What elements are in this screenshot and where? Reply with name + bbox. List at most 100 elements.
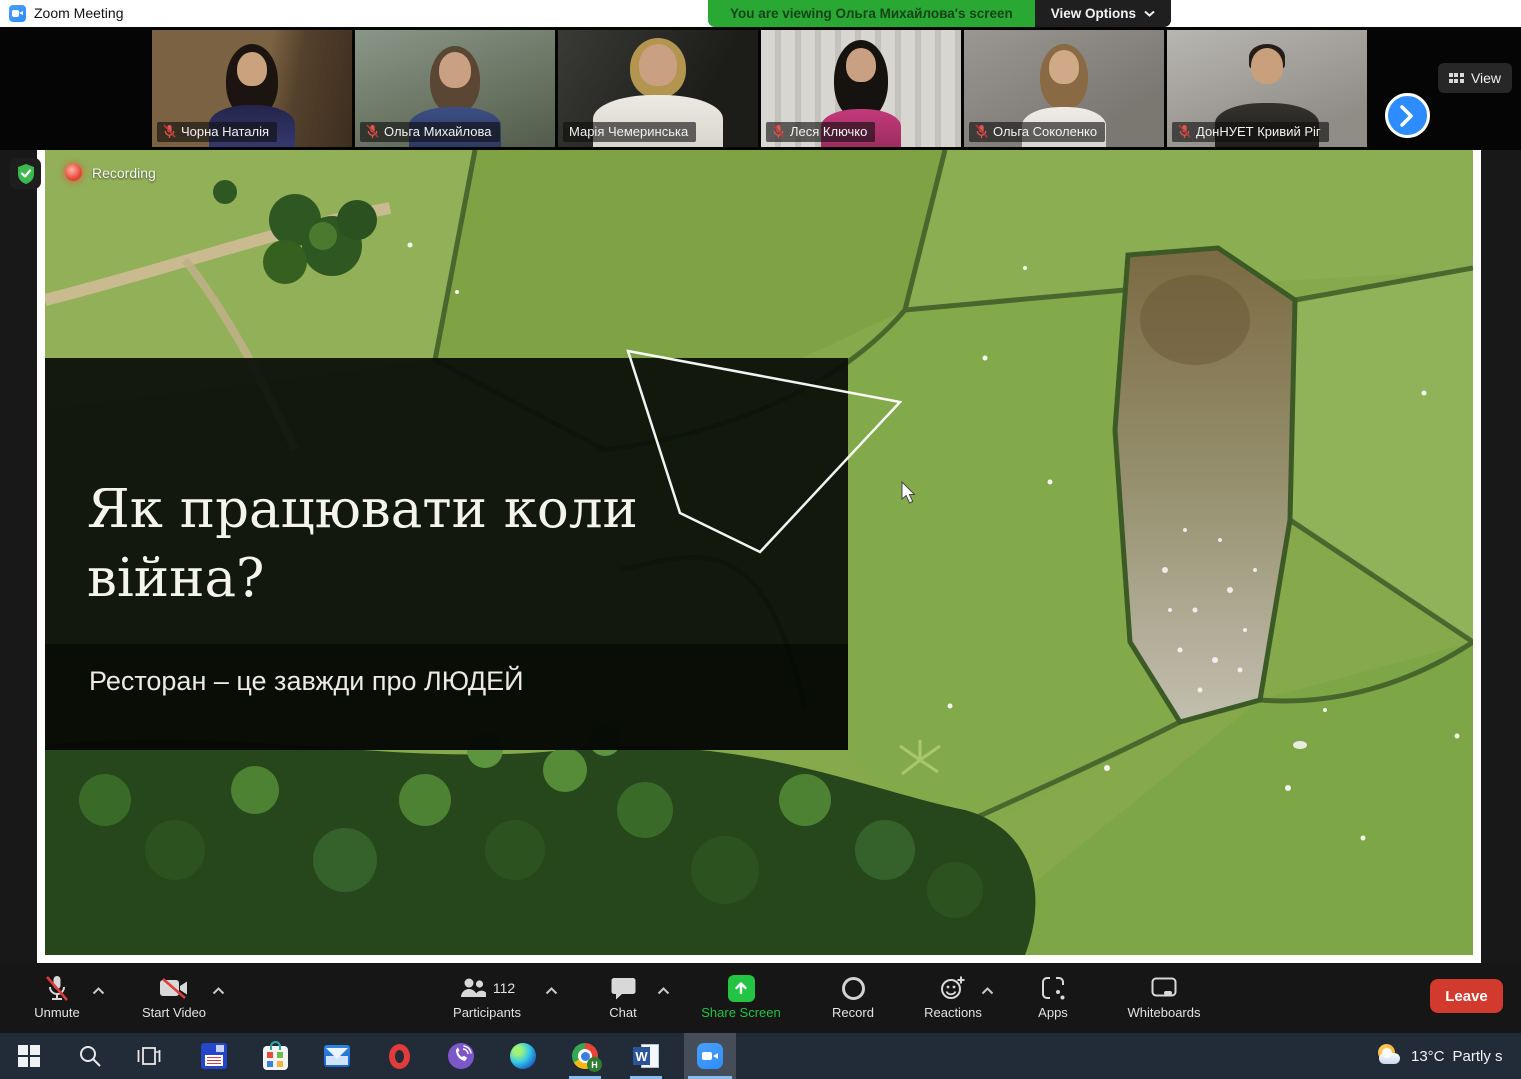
1c-app-button[interactable] <box>192 1033 236 1079</box>
slide-title: Як працювати коли війна? <box>87 476 687 614</box>
participant-nametag: Ольга Соколенко <box>969 122 1105 142</box>
person-silhouette <box>1049 50 1079 84</box>
leave-button[interactable]: Leave <box>1430 979 1503 1013</box>
video-thumbnail[interactable]: Ольга Соколенко <box>964 30 1164 147</box>
unmute-button[interactable]: Unmute <box>17 963 97 1033</box>
recording-label: Recording <box>92 165 156 181</box>
task-view-button[interactable] <box>127 1033 171 1079</box>
opera-icon <box>389 1044 410 1069</box>
recording-indicator: Recording <box>65 164 156 181</box>
reactions-options-chevron[interactable] <box>981 987 994 995</box>
mic-muted-icon <box>975 124 988 139</box>
participants-button[interactable]: 112 Participants <box>427 963 547 1033</box>
whiteboards-button[interactable]: Whiteboards <box>1104 963 1224 1033</box>
unmute-options-chevron[interactable] <box>92 987 105 995</box>
store-bag-icon <box>263 1046 288 1070</box>
mic-muted-icon <box>772 124 785 139</box>
video-thumbnail[interactable]: Чорна Наталія <box>152 30 352 147</box>
video-camera-icon <box>159 977 189 999</box>
video-thumbnail[interactable]: Леся Ключко <box>761 30 961 147</box>
video-thumbnail-active-speaker[interactable]: Марія Чемеринська <box>558 30 758 147</box>
record-label: Record <box>832 1005 874 1020</box>
search-button[interactable] <box>68 1033 112 1079</box>
security-shield-button[interactable] <box>10 158 41 189</box>
person-silhouette <box>639 44 677 86</box>
mic-muted-icon <box>366 124 379 139</box>
slide-subtitle: Ресторан – це завжди про ЛЮДЕЙ <box>89 666 524 697</box>
viewing-banner-text: You are viewing Ольга Михайлова's screen <box>708 0 1035 27</box>
floppy-disk-icon <box>201 1043 227 1069</box>
zoom-icon <box>697 1043 723 1069</box>
participant-video-strip: Чорна Наталія Ольга Михайлова Марія Чеме… <box>0 27 1521 150</box>
chrome-h-button[interactable]: H <box>563 1033 607 1079</box>
person-silhouette <box>439 52 471 88</box>
microsoft-store-button[interactable] <box>253 1033 297 1079</box>
person-silhouette <box>237 52 267 86</box>
participant-nametag: Ольга Михайлова <box>360 122 500 142</box>
whiteboards-label: Whiteboards <box>1128 1005 1201 1020</box>
next-participants-page-button[interactable] <box>1385 93 1430 138</box>
reactions-button[interactable]: Reactions <box>913 963 993 1033</box>
mic-muted-icon <box>163 124 176 139</box>
gallery-grid-icon <box>1449 73 1464 83</box>
start-button[interactable] <box>7 1033 51 1079</box>
weather-widget[interactable]: 13°C Partly s <box>1376 1033 1521 1079</box>
apps-button[interactable]: Apps <box>1013 963 1093 1033</box>
participants-options-chevron[interactable] <box>545 987 558 995</box>
chat-options-chevron[interactable] <box>657 987 670 995</box>
windows-logo-icon <box>18 1045 40 1067</box>
chrome-icon: H <box>572 1043 598 1069</box>
start-video-label: Start Video <box>142 1005 206 1020</box>
view-layout-button[interactable]: View <box>1438 63 1512 93</box>
share-screen-icon <box>728 975 755 1002</box>
weather-temp: 13°C <box>1411 1048 1445 1065</box>
slide-subtitle-band <box>45 644 848 750</box>
reactions-smiley-icon <box>940 975 966 1001</box>
participant-name: Ольга Соколенко <box>993 124 1097 139</box>
edge-button[interactable] <box>501 1033 545 1079</box>
slide-text-overlay: Як працювати коли війна? Ресторан – це з… <box>45 358 848 750</box>
record-icon <box>842 977 865 1000</box>
video-thumbnail[interactable]: ДонНУЕТ Кривий Ріг <box>1167 30 1367 147</box>
view-label: View <box>1471 70 1501 86</box>
mouse-cursor <box>901 481 917 505</box>
chat-button[interactable]: Chat <box>583 963 663 1033</box>
zoom-taskbar-button[interactable] <box>684 1033 736 1079</box>
chat-label: Chat <box>609 1005 636 1020</box>
mail-button[interactable] <box>315 1033 359 1079</box>
video-options-chevron[interactable] <box>212 987 225 995</box>
chevron-right-icon <box>1400 105 1414 127</box>
zoom-app-icon <box>9 5 26 22</box>
start-video-button[interactable]: Start Video <box>134 963 214 1033</box>
mail-envelope-icon <box>324 1045 350 1067</box>
pond <box>1115 248 1295 722</box>
zoom-meeting-window: Zoom Meeting You are viewing Ольга Михай… <box>0 0 1521 1079</box>
participant-nametag: ДонНУЕТ Кривий Ріг <box>1172 122 1329 142</box>
windows-taskbar: H W 13°C Partly s <box>0 1033 1521 1079</box>
slide-aerial-image: Як працювати коли війна? Ресторан – це з… <box>45 150 1473 955</box>
chat-bubble-icon <box>611 977 636 1000</box>
word-icon: W <box>633 1043 659 1069</box>
word-button[interactable]: W <box>624 1033 668 1079</box>
zoom-toolbar: Unmute Start Video 1 <box>0 963 1521 1033</box>
participants-icon <box>459 977 487 999</box>
screen-share-banner: You are viewing Ольга Михайлова's screen… <box>708 0 1171 27</box>
window-title: Zoom Meeting <box>34 5 123 21</box>
edge-icon <box>510 1043 536 1069</box>
viber-button[interactable] <box>439 1033 483 1079</box>
participant-name: Леся Ключко <box>790 124 867 139</box>
h-badge-icon: H <box>587 1057 602 1072</box>
whiteboard-icon <box>1151 977 1177 999</box>
participant-nametag: Леся Ключко <box>766 122 875 142</box>
participant-name: Ольга Михайлова <box>384 124 492 139</box>
view-options-button[interactable]: View Options <box>1035 0 1171 27</box>
chevron-down-icon <box>1144 10 1155 17</box>
person-silhouette <box>846 48 876 82</box>
viber-icon <box>448 1043 474 1069</box>
opera-button[interactable] <box>377 1033 421 1079</box>
share-screen-button[interactable]: Share Screen <box>691 963 791 1033</box>
mic-muted-icon <box>1178 124 1191 139</box>
record-button[interactable]: Record <box>813 963 893 1033</box>
video-thumbnail[interactable]: Ольга Михайлова <box>355 30 555 147</box>
microphone-icon <box>44 974 70 1002</box>
